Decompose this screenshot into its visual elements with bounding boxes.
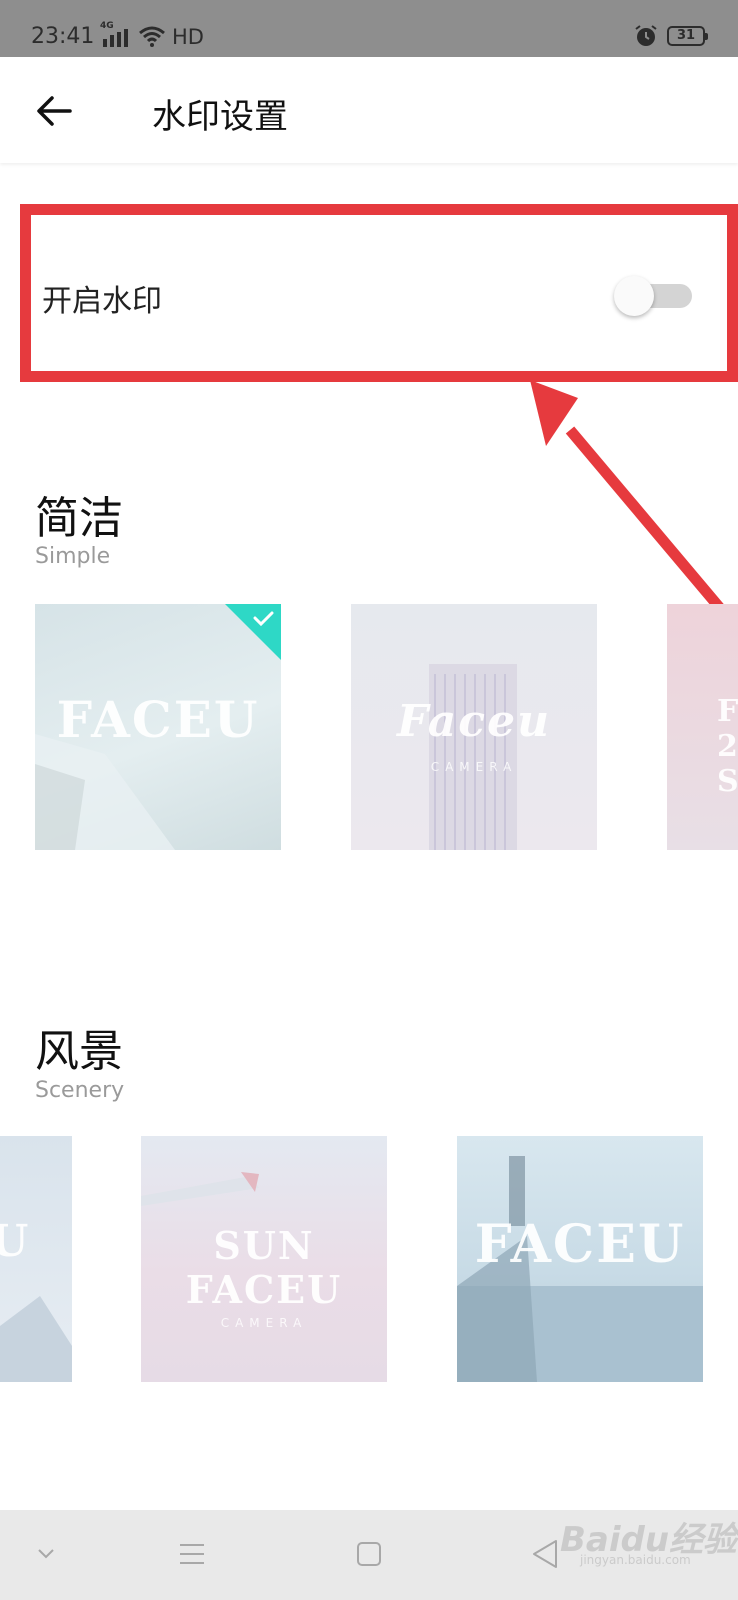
- watermark-option-simple-2[interactable]: Faceu CAMERA: [351, 604, 597, 850]
- battery-icon: 31: [667, 26, 708, 46]
- back-arrow-icon[interactable]: [30, 87, 78, 135]
- nav-menu-icon[interactable]: [178, 1540, 206, 1568]
- check-icon: [225, 604, 281, 660]
- thumb-label: SUN FACEU: [185, 1223, 343, 1312]
- annotation-arrow-icon: [530, 380, 735, 624]
- baidu-watermark-url: jingyan.baidu.com: [580, 1553, 691, 1567]
- toggle-knob: [614, 276, 654, 316]
- thumb-label: FACEU: [56, 690, 260, 749]
- nav-home-icon[interactable]: [355, 1540, 383, 1568]
- thumb-label: U: [0, 1216, 31, 1267]
- section-subtitle-scenery: Scenery: [35, 1078, 125, 1103]
- section-subtitle-simple: Simple: [35, 544, 111, 569]
- hd-indicator: HD: [172, 25, 204, 49]
- alarm-icon: [635, 25, 657, 46]
- watermark-option-scenery-2[interactable]: SUN FACEU CAMERA: [141, 1136, 387, 1382]
- watermark-option-scenery-1[interactable]: U: [0, 1136, 72, 1382]
- watermark-option-simple-1[interactable]: FACEU: [35, 604, 281, 850]
- status-time: 23:41: [31, 24, 95, 49]
- thumb-label: F 2 S: [717, 694, 738, 799]
- thumb-sublabel: CAMERA: [430, 760, 518, 774]
- app-bar: 水印设置: [0, 57, 738, 163]
- section-title-simple: 简洁: [35, 493, 123, 544]
- thumb-label: FACEU: [474, 1214, 686, 1275]
- page-title: 水印设置: [152, 97, 288, 137]
- signal-icon: [103, 29, 128, 47]
- watermark-toggle-label: 开启水印: [42, 284, 162, 319]
- status-bar: 23:41 4G HD 31: [0, 0, 738, 57]
- watermark-toggle-switch[interactable]: [614, 276, 694, 316]
- thumb-label: Faceu: [396, 696, 552, 747]
- section-title-scenery: 风景: [35, 1026, 123, 1077]
- wifi-icon: [139, 26, 165, 47]
- nav-collapse-icon[interactable]: [36, 1546, 56, 1562]
- watermark-option-simple-3[interactable]: F 2 S: [667, 604, 738, 850]
- watermark-option-scenery-3[interactable]: FACEU: [457, 1136, 703, 1382]
- thumb-sublabel: CAMERA: [220, 1316, 308, 1330]
- nav-back-icon[interactable]: [530, 1538, 560, 1570]
